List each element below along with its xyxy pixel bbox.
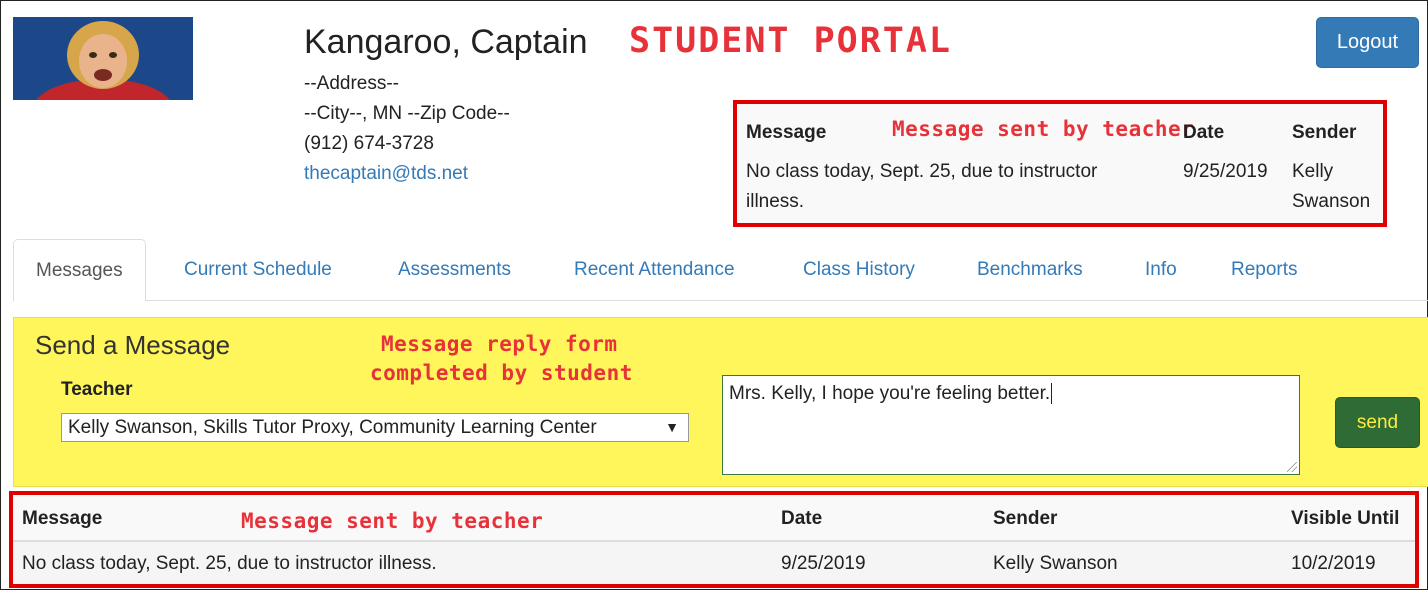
phone-number: (912) 674-3728 <box>304 133 434 154</box>
col-header-date: Date <box>1183 122 1225 143</box>
table-header-sender: Sender <box>993 508 1058 529</box>
tab-current-schedule[interactable]: Current Schedule <box>184 239 332 301</box>
annotation-teacher-message-bottom: Message sent by teacher <box>241 509 544 533</box>
tab-class-history[interactable]: Class History <box>803 239 915 301</box>
row-visible-until: 10/2/2019 <box>1291 553 1376 574</box>
table-header-row: Message Date Sender Visible Until <box>13 495 1415 542</box>
message-text-line1: No class today, Sept. 25, due to instruc… <box>746 161 1098 182</box>
tab-recent-attendance[interactable]: Recent Attendance <box>574 239 735 301</box>
teacher-select[interactable]: Kelly Swanson, Skills Tutor Proxy, Commu… <box>61 413 689 442</box>
send-message-title: Send a Message <box>35 330 231 360</box>
top-message-panel: Message Message sent by teacher Date Sen… <box>733 100 1387 227</box>
message-textarea[interactable]: Mrs. Kelly, I hope you're feeling better… <box>722 375 1300 475</box>
resize-grip-icon[interactable] <box>1287 462 1297 472</box>
dropdown-caret-icon: ▼ <box>665 419 679 435</box>
city-line: --City--, MN --Zip Code-- <box>304 103 510 124</box>
logout-button[interactable]: Logout <box>1316 17 1419 68</box>
avatar-photo <box>13 17 193 100</box>
message-date: 9/25/2019 <box>1183 161 1268 182</box>
tab-messages[interactable]: Messages <box>13 239 146 302</box>
teacher-label: Teacher <box>61 379 133 400</box>
send-message-panel: Send a Message Message reply form comple… <box>13 317 1428 487</box>
teacher-selected-value: Kelly Swanson, Skills Tutor Proxy, Commu… <box>68 417 597 438</box>
messages-table: Message Date Sender Visible Until No cla… <box>13 495 1415 584</box>
table-header-message: Message <box>22 508 103 529</box>
annotation-reply-line2: completed by student <box>370 361 633 385</box>
message-text-line2: illness. <box>746 191 805 212</box>
row-sender: Kelly Swanson <box>993 553 1118 574</box>
message-textarea-value: Mrs. Kelly, I hope you're feeling better… <box>729 383 1051 404</box>
tab-bar: Messages Current Schedule Assessments Re… <box>13 239 1428 302</box>
table-header-date: Date <box>781 508 823 529</box>
message-sender-line2: Swanson <box>1292 191 1371 212</box>
col-header-sender: Sender <box>1292 122 1357 143</box>
annotation-teacher-message: Message sent by teacher <box>892 117 1195 141</box>
student-avatar <box>13 17 193 100</box>
send-button[interactable]: send <box>1335 397 1420 448</box>
col-header-message: Message <box>746 122 827 143</box>
annotation-reply-line1: Message reply form <box>381 332 618 356</box>
tab-benchmarks[interactable]: Benchmarks <box>977 239 1083 301</box>
table-row: No class today, Sept. 25, due to instruc… <box>13 542 1415 584</box>
portal-label: STUDENT PORTAL <box>629 21 953 61</box>
table-header-visible-until: Visible Until <box>1291 508 1400 529</box>
message-sender-line1: Kelly <box>1292 161 1334 182</box>
tab-assessments[interactable]: Assessments <box>398 239 511 301</box>
email-link[interactable]: thecaptain@tds.net <box>304 163 468 185</box>
tab-info[interactable]: Info <box>1145 239 1177 301</box>
student-name: Kangaroo, Captain <box>304 23 588 61</box>
address-line: --Address-- <box>304 73 400 94</box>
row-date: 9/25/2019 <box>781 553 866 574</box>
row-message: No class today, Sept. 25, due to instruc… <box>22 553 437 574</box>
tab-reports[interactable]: Reports <box>1231 239 1298 301</box>
